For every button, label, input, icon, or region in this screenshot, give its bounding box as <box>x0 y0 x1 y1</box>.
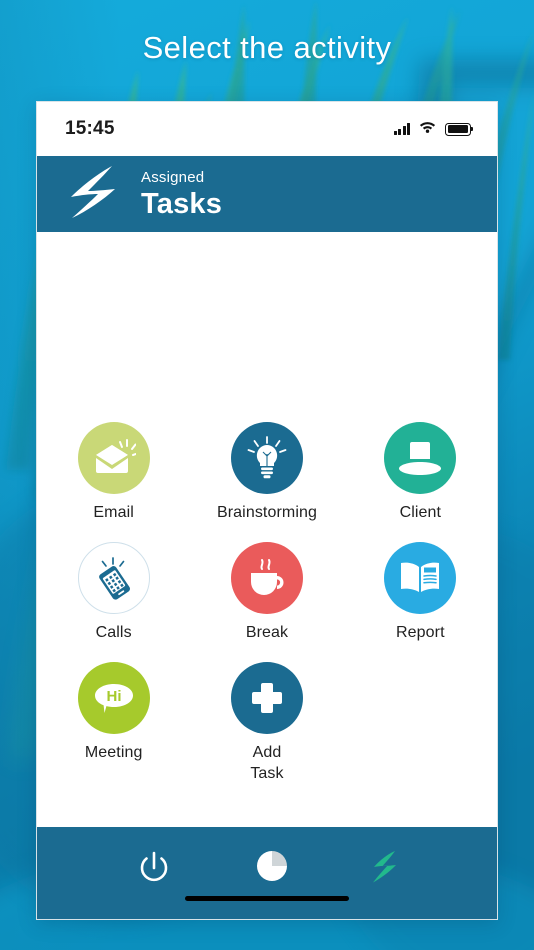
phone-mockup: 15:45 Assigned Tasks Email Brainstorming… <box>36 101 498 920</box>
plus-icon <box>251 683 282 714</box>
status-bar-clock: 15:45 <box>65 118 115 139</box>
status-bar-icons <box>393 120 474 138</box>
add-task-line1: Add <box>252 744 282 762</box>
activity-break-label: Break <box>245 624 289 642</box>
activity-break-circle[interactable] <box>230 542 303 615</box>
lightning-bolt-logo <box>65 163 119 226</box>
speech-bubble-text: Hi <box>106 688 121 705</box>
nav-stats-button[interactable] <box>255 849 289 883</box>
activity-client[interactable]: Client <box>344 422 497 523</box>
battery-full-icon <box>445 122 474 136</box>
activity-report[interactable]: Report <box>344 542 497 643</box>
activity-grid-empty-slot <box>344 662 497 784</box>
activity-report-circle[interactable] <box>384 542 457 615</box>
activity-brainstorming-circle[interactable] <box>230 422 303 494</box>
activity-client-label: Client <box>399 504 442 521</box>
activity-email-circle[interactable] <box>77 422 150 494</box>
coffee-cup-icon <box>250 559 284 596</box>
app-content: Email Brainstorming Client Calls Break R… <box>37 232 497 827</box>
envelope-open-icon <box>95 439 136 473</box>
lightning-bolt-icon <box>373 851 397 883</box>
pie-chart-icon <box>256 851 287 881</box>
activity-calls-label: Calls <box>95 624 132 642</box>
nav-energy-button[interactable] <box>370 849 400 885</box>
app-header: Assigned Tasks <box>37 156 497 232</box>
activity-calls-circle[interactable] <box>77 542 150 615</box>
nav-power-button[interactable] <box>134 849 174 889</box>
app-header-subtitle: Assigned <box>141 168 205 186</box>
activity-break[interactable]: Break <box>190 542 343 643</box>
activity-calls[interactable]: Calls <box>37 542 190 643</box>
activity-brainstorming[interactable]: Brainstorming <box>190 422 343 523</box>
home-indicator-bar <box>185 896 349 901</box>
page-title: Select the activity <box>142 30 392 65</box>
wifi-icon <box>419 120 436 138</box>
activity-add-task[interactable]: Add Task <box>190 662 343 784</box>
activity-meeting[interactable]: Hi Meeting <box>37 662 190 784</box>
cellular-signal-icon <box>393 123 410 135</box>
activity-report-label: Report <box>396 624 445 642</box>
app-header-title: Tasks <box>141 187 223 220</box>
activity-email-label: Email <box>93 504 134 521</box>
activity-add-task-circle[interactable] <box>230 662 303 735</box>
activity-brainstorming-label: Brainstorming <box>216 504 317 521</box>
smartphone-ringing-icon <box>98 557 130 600</box>
activity-meeting-label: Meeting <box>84 744 143 762</box>
activity-meeting-circle[interactable]: Hi <box>77 662 150 735</box>
top-hat-icon <box>399 442 442 475</box>
activity-email[interactable]: Email <box>37 422 190 523</box>
add-task-line2: Task <box>250 765 284 783</box>
open-book-icon <box>401 562 440 593</box>
status-bar: 15:45 <box>37 102 497 156</box>
activity-client-circle[interactable] <box>384 422 457 494</box>
power-icon <box>140 851 167 882</box>
activity-add-task-label: Add Task <box>250 742 283 784</box>
speech-bubble-hi-icon: Hi <box>94 684 133 714</box>
bottom-navigation <box>37 827 497 919</box>
activity-grid: Email Brainstorming Client Calls Break R… <box>37 422 497 784</box>
lightbulb-icon <box>247 436 287 479</box>
app-header-text: Assigned Tasks <box>141 170 222 219</box>
